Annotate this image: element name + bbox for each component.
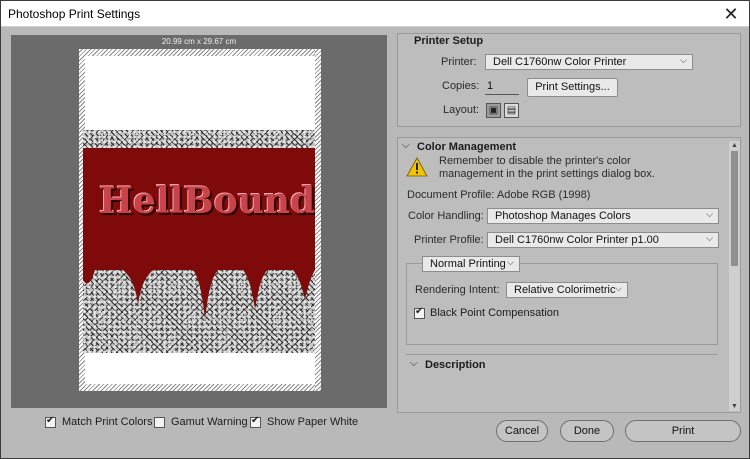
done-button[interactable]: Done — [560, 420, 614, 442]
color-handling-label: Color Handling: — [408, 210, 484, 222]
print-button[interactable]: Print — [625, 420, 741, 442]
printer-label: Printer: — [441, 56, 477, 68]
rendering-intent-label: Rendering Intent: — [415, 284, 500, 296]
printer-profile-value: Dell C1760nw Color Printer p1.00 — [495, 234, 659, 246]
match-print-colors-checkbox[interactable] — [45, 415, 56, 428]
copies-label: Copies: — [442, 80, 480, 92]
black-point-checkbox[interactable] — [414, 306, 425, 319]
warning-icon — [406, 157, 428, 177]
printer-profile-select[interactable]: Dell C1760nw Color Printer p1.00 ⌵ — [487, 232, 719, 248]
show-paper-white-checkbox[interactable] — [250, 415, 261, 428]
print-settings-button[interactable]: Print Settings... — [527, 78, 618, 97]
title-bar: Photoshop Print Settings ✕ — [1, 1, 749, 27]
chevron-down-icon: ⌵ — [706, 209, 713, 219]
scroll-down-icon[interactable]: ▼ — [729, 402, 740, 411]
printer-setup-title: Printer Setup — [414, 35, 484, 47]
section-divider — [406, 354, 718, 355]
show-paper-white-label: Show Paper White — [267, 416, 359, 428]
landscape-layout-icon[interactable]: ▤ — [504, 103, 519, 118]
margin-hatch-right — [315, 49, 321, 391]
scrollbar[interactable]: ▲ ▼ — [729, 141, 740, 411]
gamut-warning-checkbox[interactable] — [154, 417, 165, 428]
match-print-colors-label: Match Print Colors — [62, 416, 153, 428]
printer-select[interactable]: Dell C1760nw Color Printer ⌵ — [485, 54, 693, 70]
cancel-button[interactable]: Cancel — [496, 420, 548, 442]
paper-dimensions: 20.99 cm x 29.67 cm — [161, 37, 237, 46]
margin-hatch-top — [79, 49, 321, 56]
chevron-down-icon[interactable]: ⌵ — [410, 358, 418, 369]
description-title: Description — [425, 359, 486, 371]
scrollbar-thumb[interactable] — [731, 151, 738, 266]
black-point-label: Black Point Compensation — [430, 307, 560, 319]
chevron-down-icon: ⌵ — [615, 283, 622, 293]
artwork-title-text: HellBound — [99, 180, 315, 222]
rendering-intent-value: Relative Colorimetric — [514, 284, 616, 296]
print-preview-pane: 20.99 cm x 29.67 cm HellBound — [11, 35, 387, 408]
chevron-down-icon[interactable]: ⌵ — [402, 140, 410, 151]
paper-preview: HellBound — [79, 49, 321, 391]
window-title: Photoshop Print Settings — [8, 7, 141, 21]
artwork-drips — [83, 256, 315, 320]
printing-mode-select[interactable]: Normal Printing ⌵ — [422, 256, 520, 272]
print-settings-dialog: Photoshop Print Settings ✕ 20.99 cm x 29… — [0, 0, 750, 459]
portrait-layout-icon[interactable]: ▣ — [486, 103, 501, 118]
copies-input[interactable]: 1 — [485, 79, 519, 95]
close-icon[interactable]: ✕ — [721, 4, 741, 24]
rendering-intent-select[interactable]: Relative Colorimetric ⌵ — [506, 282, 628, 298]
printer-select-value: Dell C1760nw Color Printer — [493, 56, 627, 68]
printing-mode-value: Normal Printing — [430, 258, 506, 270]
printer-profile-label: Printer Profile: — [414, 234, 484, 246]
color-management-title: Color Management — [417, 141, 517, 153]
chevron-down-icon: ⌵ — [680, 55, 687, 65]
margin-hatch-bottom — [79, 384, 321, 391]
color-handling-value: Photoshop Manages Colors — [495, 210, 631, 222]
warning-message: Remember to disable the printer's color … — [439, 155, 655, 180]
printing-mode-box — [406, 263, 718, 345]
document-profile: Document Profile: Adobe RGB (1998) — [407, 189, 591, 201]
scroll-up-icon[interactable]: ▲ — [729, 141, 740, 150]
gamut-warning-label: Gamut Warning — [171, 416, 248, 428]
artwork-image[interactable]: HellBound — [83, 130, 315, 353]
chevron-down-icon: ⌵ — [507, 257, 514, 267]
layout-label: Layout: — [443, 104, 480, 116]
color-handling-select[interactable]: Photoshop Manages Colors ⌵ — [487, 208, 719, 224]
chevron-down-icon: ⌵ — [706, 233, 713, 243]
